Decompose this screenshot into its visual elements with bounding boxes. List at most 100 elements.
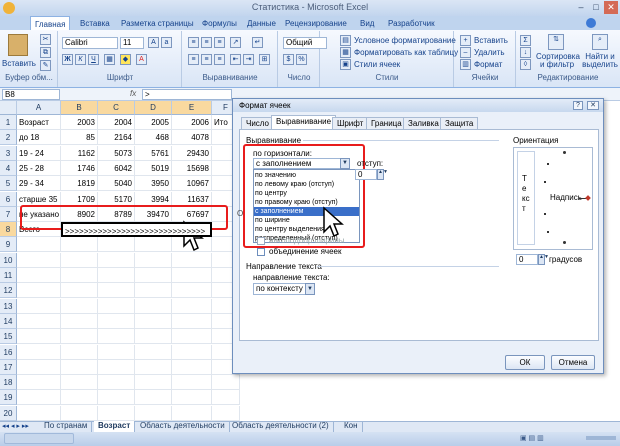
format-painter-icon[interactable]: ✎	[40, 60, 51, 71]
cell-e2[interactable]: 4078	[172, 130, 212, 146]
degrees-input[interactable]: 0	[516, 254, 538, 265]
cell-a14[interactable]	[17, 313, 61, 329]
font-color-icon[interactable]: A	[136, 54, 147, 65]
cell-a5[interactable]: 29 - 34	[17, 176, 61, 192]
row-header[interactable]: 9	[0, 237, 17, 253]
cell-a13[interactable]	[17, 298, 61, 314]
tab-formulas[interactable]: Формулы	[198, 16, 241, 31]
cell-e17[interactable]	[172, 359, 212, 375]
decrease-indent-icon[interactable]: ⇤	[230, 54, 241, 65]
cell-b14[interactable]	[61, 313, 98, 329]
merge-icon[interactable]: ⊞	[259, 54, 270, 65]
row-header[interactable]: 3	[0, 145, 17, 161]
ok-button[interactable]: ОК	[505, 355, 545, 370]
cell-a15[interactable]	[17, 329, 61, 345]
tab-view[interactable]: Вид	[356, 16, 378, 31]
cell-b5[interactable]: 1819	[61, 176, 98, 192]
bold-icon[interactable]: Ж	[62, 54, 73, 65]
autosum-icon[interactable]: Σ	[520, 35, 531, 46]
cell-e14[interactable]	[172, 313, 212, 329]
dial-handle[interactable]	[585, 195, 591, 201]
column-header-a[interactable]: A	[17, 101, 61, 115]
cell-b8[interactable]: >>>>>>>>>>>>>>>>>>>>>>>>>>>>>>	[61, 222, 212, 238]
cell-f20[interactable]	[212, 405, 240, 421]
row-header[interactable]: 7	[0, 206, 17, 222]
fill-color-icon[interactable]: ◆	[120, 54, 131, 65]
cell-a17[interactable]	[17, 359, 61, 375]
align-top-icon[interactable]: ≡	[188, 37, 199, 48]
cell-e3[interactable]: 29430	[172, 145, 212, 161]
format-table-icon[interactable]: ▦	[340, 47, 351, 58]
cell-a16[interactable]	[17, 344, 61, 360]
cell-b19[interactable]	[61, 390, 98, 406]
cell-c15[interactable]	[98, 329, 135, 345]
dialog-tab-border[interactable]: Граница	[366, 117, 407, 129]
cell-a9[interactable]	[17, 237, 61, 253]
cell-c2[interactable]: 2164	[98, 130, 135, 146]
row-header[interactable]: 18	[0, 375, 17, 391]
cell-c11[interactable]	[98, 268, 135, 283]
cell-a4[interactable]: 25 - 28	[17, 160, 61, 176]
dialog-help-icon[interactable]: ?	[573, 101, 583, 110]
cell-a3[interactable]: 19 - 24	[17, 145, 61, 161]
insert-cells-button[interactable]: Вставить	[474, 36, 508, 45]
cell-b15[interactable]	[61, 329, 98, 345]
find-select-icon[interactable]: ⌕	[592, 34, 608, 50]
fill-icon[interactable]: ↓	[520, 47, 531, 58]
cell-c4[interactable]: 6042	[98, 160, 135, 176]
cell-styles-button[interactable]: Стили ячеек	[354, 60, 400, 69]
cell-b2[interactable]: 85	[61, 130, 98, 146]
cell-c1[interactable]: 2004	[98, 115, 135, 130]
sheet-nav-arrows[interactable]: ◂◂ ◂ ▸ ▸▸	[2, 422, 36, 431]
cell-f18[interactable]	[212, 375, 240, 391]
cell-b17[interactable]	[61, 359, 98, 375]
cell-d10[interactable]	[135, 252, 172, 268]
cell-e15[interactable]	[172, 329, 212, 345]
cell-c10[interactable]	[98, 252, 135, 268]
cell-e1[interactable]: 2006	[172, 115, 212, 130]
shrink-font-icon[interactable]: a	[161, 37, 172, 48]
cell-b10[interactable]	[61, 252, 98, 268]
cell-d14[interactable]	[135, 313, 172, 329]
cell-e19[interactable]	[172, 390, 212, 406]
font-name-box[interactable]: Calibri	[62, 37, 118, 49]
cell-d18[interactable]	[135, 375, 172, 391]
autofit-checkbox[interactable]	[257, 237, 265, 245]
select-all-corner[interactable]	[0, 101, 17, 115]
cell-b1[interactable]: 2003	[61, 115, 98, 130]
minimize-icon[interactable]: –	[574, 1, 588, 14]
sheet-tab-activity[interactable]: Область деятельности	[136, 421, 230, 432]
orientation-dial[interactable]: Надпись	[543, 151, 591, 245]
cell-c13[interactable]	[98, 298, 135, 314]
cell-c14[interactable]	[98, 313, 135, 329]
sort-filter-icon[interactable]: ⇅	[548, 34, 564, 50]
tab-home[interactable]: Главная	[30, 16, 71, 31]
conditional-format-icon[interactable]: ▤	[340, 35, 351, 46]
cell-e5[interactable]: 10967	[172, 176, 212, 192]
sheet-tab-age[interactable]: Возраст	[94, 421, 136, 432]
cell-d17[interactable]	[135, 359, 172, 375]
format-table-button[interactable]: Форматировать как таблицу	[354, 48, 458, 57]
cell-c19[interactable]	[98, 390, 135, 406]
cell-b18[interactable]	[61, 375, 98, 391]
cell-a18[interactable]	[17, 375, 61, 391]
cell-c18[interactable]	[98, 375, 135, 391]
row-header[interactable]: 19	[0, 390, 17, 406]
cell-a12[interactable]	[17, 283, 61, 299]
cell-e16[interactable]	[172, 344, 212, 360]
dialog-tab-alignment[interactable]: Выравнивание	[271, 115, 337, 130]
cell-d4[interactable]: 5019	[135, 160, 172, 176]
cell-e10[interactable]	[172, 252, 212, 268]
cell-c3[interactable]: 5073	[98, 145, 135, 161]
name-box[interactable]: B8	[2, 89, 60, 100]
zoom-slider[interactable]	[586, 436, 616, 440]
cell-c20[interactable]	[98, 405, 135, 421]
cell-b4[interactable]: 1746	[61, 160, 98, 176]
sheet-tab-activity-2[interactable]: Область деятельности (2)	[228, 421, 334, 432]
cell-e12[interactable]	[172, 283, 212, 299]
delete-cells-icon[interactable]: –	[460, 47, 471, 58]
dialog-tab-font[interactable]: Шрифт	[332, 117, 369, 129]
maximize-icon[interactable]: □	[589, 1, 603, 14]
align-right-icon[interactable]: ≡	[214, 54, 225, 65]
row-header[interactable]: 2	[0, 130, 17, 146]
